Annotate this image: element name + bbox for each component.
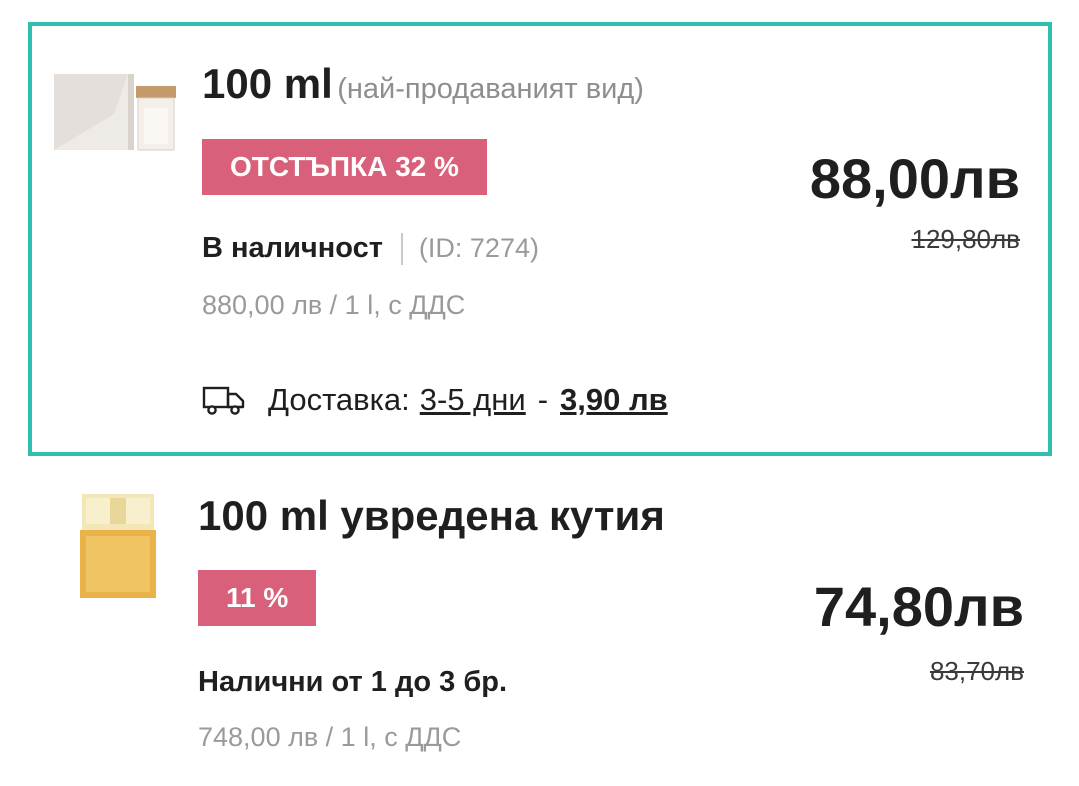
current-price: 88,00лв xyxy=(809,147,1020,210)
old-price: 129,80лв xyxy=(911,224,1020,254)
product-thumbnail-bottle xyxy=(80,494,156,598)
unit-price: 748,00 лв / 1 l, с ДДС xyxy=(198,722,462,752)
delivery-days-link[interactable]: 3-5 дни xyxy=(420,382,526,418)
stock-status: В наличност (ID: 7274) xyxy=(202,232,539,266)
discount-badge: 11 % xyxy=(198,570,317,626)
delivery-dash: - xyxy=(537,382,549,417)
variant-option[interactable]: 100 ml увредена кутия 11 % 74,80лв 83,70… xyxy=(28,464,1052,774)
variant-note: (най-продаваният вид) xyxy=(337,73,644,105)
current-price: 74,80лв xyxy=(813,575,1024,638)
variant-option-selected[interactable]: 100 ml (най-продаваният вид) ОТСТЪПКА 32… xyxy=(28,22,1052,456)
divider xyxy=(400,233,403,266)
delivery-label: Доставка: xyxy=(268,382,410,417)
unit-price: 880,00 лв / 1 l, с ДДС xyxy=(202,290,466,320)
variant-size: 100 ml xyxy=(202,60,333,107)
delivery-info: Доставка: 3-5 дни - 3,90 лв xyxy=(202,382,668,418)
sku-id: (ID: 7274) xyxy=(418,233,539,263)
delivery-cost-link[interactable]: 3,90 лв xyxy=(560,382,668,418)
discount-badge: ОТСТЪПКА 32 % xyxy=(202,139,487,195)
product-thumbnail-box xyxy=(54,74,176,151)
truck-icon xyxy=(202,386,245,415)
variant-size: 100 ml увредена кутия xyxy=(198,492,665,539)
stock-status: Налични от 1 до 3 бр. xyxy=(198,666,508,698)
old-price: 83,70лв xyxy=(929,656,1024,686)
stock-label: В наличност xyxy=(202,232,383,264)
